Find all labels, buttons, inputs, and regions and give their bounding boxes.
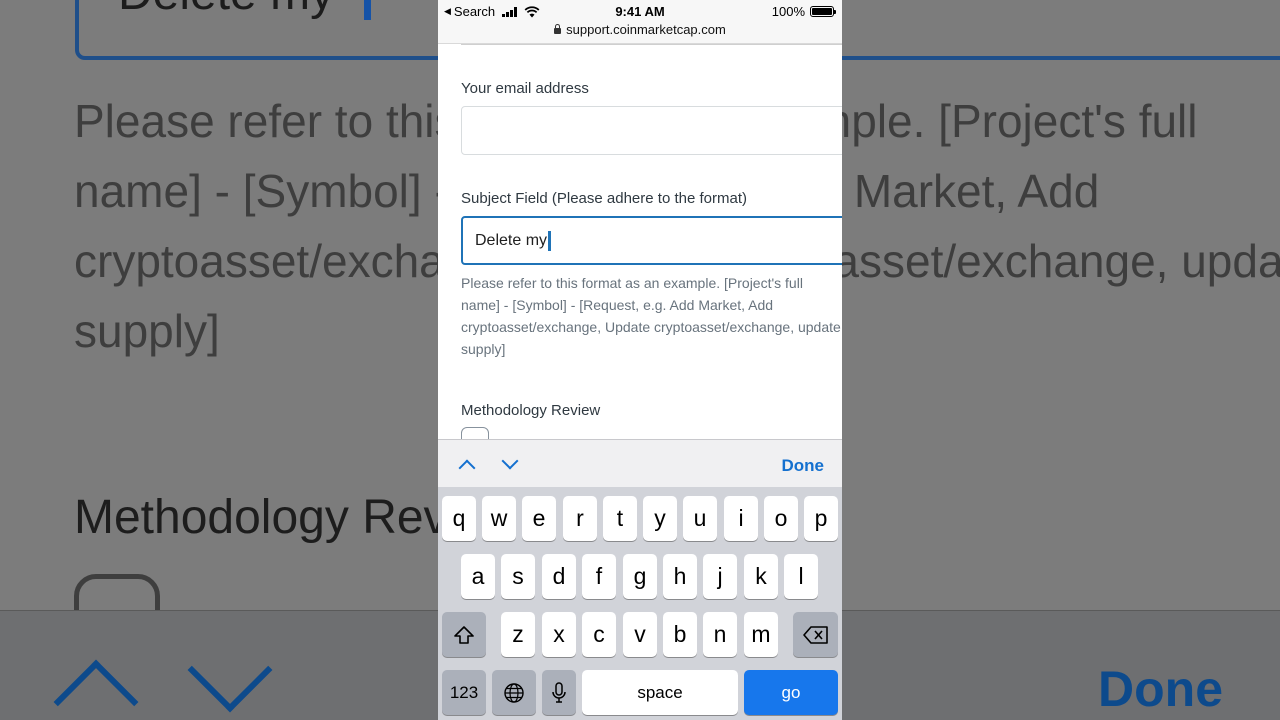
background-cursor — [364, 0, 371, 20]
microphone-icon — [552, 681, 566, 703]
status-bar: ◀ Search 9:41 AM 100% — [438, 0, 842, 22]
url-domain: support.coinmarketcap.com — [566, 22, 726, 37]
battery-status: 100% — [771, 4, 836, 19]
key-g[interactable]: g — [623, 554, 657, 599]
key-i[interactable]: i — [724, 496, 758, 541]
key-s[interactable]: s — [501, 554, 535, 599]
key-n[interactable]: n — [703, 612, 737, 657]
numbers-key[interactable]: 123 — [442, 670, 486, 715]
phone-screen: ◀ Search 9:41 AM 100% support.coinmarket… — [438, 0, 842, 720]
key-t[interactable]: t — [603, 496, 637, 541]
divider — [461, 44, 842, 45]
methodology-label: Methodology Review — [461, 402, 601, 419]
key-x[interactable]: x — [542, 612, 576, 657]
key-d[interactable]: d — [542, 554, 576, 599]
next-field-chevron-down-icon[interactable] — [501, 452, 519, 470]
keyboard-accessory-bar: Done — [438, 439, 842, 487]
key-j[interactable]: j — [703, 554, 737, 599]
subject-label: Subject Field (Please adhere to the form… — [461, 190, 747, 207]
key-w[interactable]: w — [482, 496, 516, 541]
key-l[interactable]: l — [784, 554, 818, 599]
url-bar[interactable]: support.coinmarketcap.com — [438, 22, 842, 44]
space-key[interactable]: space — [582, 670, 738, 715]
shift-arrow-icon — [454, 625, 474, 644]
email-label: Your email address — [461, 80, 589, 97]
key-m[interactable]: m — [744, 612, 778, 657]
dictation-key[interactable] — [542, 670, 576, 715]
form-content: Your email address Subject Field (Please… — [438, 44, 842, 455]
key-q[interactable]: q — [442, 496, 476, 541]
key-f[interactable]: f — [582, 554, 616, 599]
lock-icon — [554, 24, 562, 34]
key-o[interactable]: o — [764, 496, 798, 541]
globe-key[interactable] — [492, 670, 536, 715]
background-done-label: Done — [1098, 661, 1223, 717]
key-h[interactable]: h — [663, 554, 697, 599]
backspace-key[interactable] — [793, 612, 838, 657]
subject-field[interactable]: Delete my — [461, 216, 842, 265]
battery-icon — [810, 6, 836, 17]
keyboard: q w e r t y u i o p a s d f g h j k l z … — [438, 487, 842, 720]
go-key[interactable]: go — [744, 670, 838, 715]
shift-key[interactable] — [442, 612, 486, 657]
done-button[interactable]: Done — [782, 456, 825, 476]
globe-icon — [504, 682, 524, 703]
key-k[interactable]: k — [744, 554, 778, 599]
background-field-text: Delete my — [118, 0, 334, 21]
previous-field-chevron-up-icon[interactable] — [458, 459, 476, 477]
key-p[interactable]: p — [804, 496, 838, 541]
key-v[interactable]: v — [623, 612, 657, 657]
text-cursor — [548, 230, 552, 251]
subject-value: Delete my — [475, 231, 548, 249]
key-z[interactable]: z — [501, 612, 535, 657]
battery-percent: 100% — [771, 4, 805, 19]
key-y[interactable]: y — [643, 496, 677, 541]
key-u[interactable]: u — [683, 496, 717, 541]
key-r[interactable]: r — [563, 496, 597, 541]
backspace-icon — [802, 625, 828, 644]
key-b[interactable]: b — [663, 612, 697, 657]
key-c[interactable]: c — [582, 612, 616, 657]
subject-help-text: Please refer to this format as an exampl… — [461, 275, 841, 357]
key-a[interactable]: a — [461, 554, 495, 599]
email-field[interactable] — [461, 106, 842, 155]
key-e[interactable]: e — [522, 496, 556, 541]
